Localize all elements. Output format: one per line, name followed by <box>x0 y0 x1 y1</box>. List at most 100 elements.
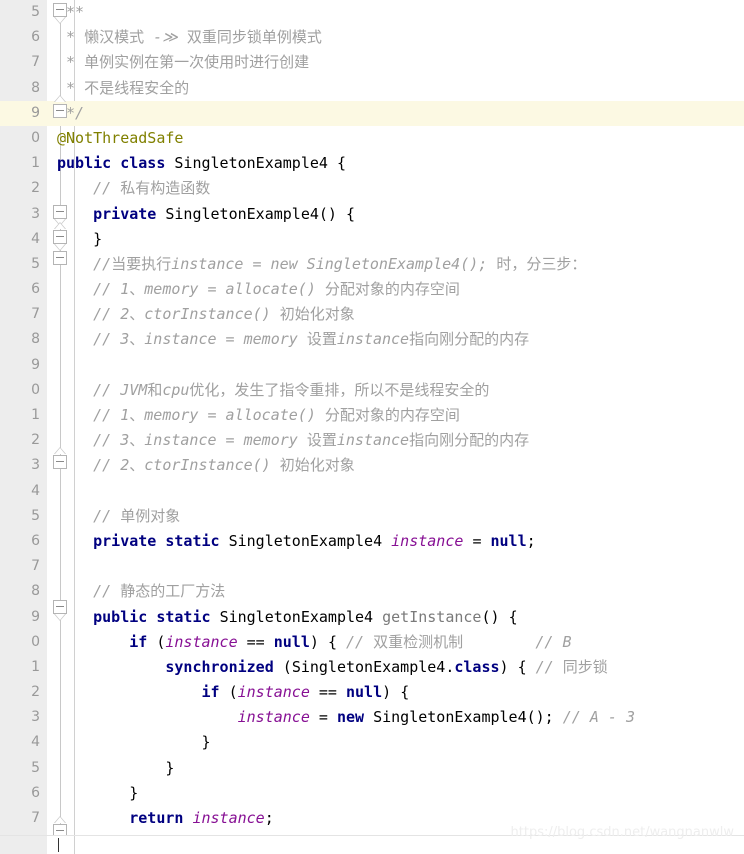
code-text[interactable]: // 3、instance = memory 设置instance指向刚分配的内… <box>57 428 529 453</box>
line-number: 9 <box>31 104 40 121</box>
line-number: 8 <box>31 79 40 96</box>
code-line[interactable]: 7 // 2、ctorInstance() 初始化对象 <box>0 302 744 327</box>
line-number: 5 <box>31 759 40 776</box>
code-text[interactable]: //当要执行instance = new SingletonExample4()… <box>57 252 586 277</box>
code-line[interactable]: 6 // 1、memory = allocate() 分配对象的内存空间 <box>0 277 744 302</box>
code-text[interactable]: * 不是线程安全的 <box>57 76 189 101</box>
fold-rail-cap-constructor-end <box>54 222 66 229</box>
code-text[interactable]: if (instance == null) { // 双重检测机制 // B <box>57 630 571 655</box>
fold-rail-cap-javadoc-start <box>54 17 66 24</box>
code-line[interactable]: 7 <box>0 554 744 579</box>
code-text[interactable]: private SingletonExample4() { <box>57 202 355 227</box>
code-text[interactable]: // 私有构造函数 <box>57 176 210 201</box>
code-line[interactable]: 2 // 3、instance = memory 设置instance指向刚分配… <box>0 428 744 453</box>
line-number: 5 <box>31 255 40 272</box>
line-number: 5 <box>31 4 40 20</box>
code-text[interactable]: // 3、instance = memory 设置instance指向刚分配的内… <box>57 327 529 352</box>
line-number: 6 <box>31 29 40 46</box>
bottom-gutter-fill <box>0 836 47 854</box>
line-number: 7 <box>31 306 40 323</box>
code-text[interactable]: // JVM和cpu优化，发生了指令重排，所以不是线程安全的 <box>57 378 489 403</box>
code-line[interactable]: 4 <box>0 479 744 504</box>
code-line[interactable]: 6 * 懒汉模式 -≫ 双重同步锁单例模式 <box>0 25 744 50</box>
code-text[interactable]: // 单例对象 <box>57 504 180 529</box>
code-line[interactable]: 4 } <box>0 730 744 755</box>
line-number: 7 <box>31 810 40 826</box>
line-number: 4 <box>31 734 40 751</box>
code-line[interactable]: 9 */ <box>0 100 744 126</box>
code-line[interactable]: 0 // JVM和cpu优化，发生了指令重排，所以不是线程安全的 <box>0 378 744 403</box>
watermark-text: https://blog.csdn.net/wangnanwlw <box>510 825 734 840</box>
code-line[interactable]: 3 // 2、ctorInstance() 初始化对象 <box>0 453 744 478</box>
code-text[interactable]: public static SingletonExample4 getInsta… <box>57 605 517 630</box>
code-line[interactable]: 5 // 单例对象 <box>0 504 744 529</box>
bottom-fold-fill <box>47 836 75 854</box>
code-line[interactable]: 1 synchronized (SingletonExample4.class)… <box>0 655 744 680</box>
line-number: 3 <box>31 205 40 222</box>
code-line[interactable]: 5 //当要执行instance = new SingletonExample4… <box>0 252 744 277</box>
code-line[interactable]: 3 instance = new SingletonExample4(); //… <box>0 705 744 730</box>
code-line[interactable]: 9 public static SingletonExample4 getIns… <box>0 605 744 630</box>
code-text[interactable]: // 静态的工厂方法 <box>57 579 225 604</box>
code-line[interactable]: 5 } <box>0 756 744 781</box>
code-line[interactable]: 7 * 单例实例在第一次使用时进行创建 <box>0 50 744 75</box>
fold-collapse-comment-block[interactable] <box>53 251 67 265</box>
line-number: 7 <box>31 558 40 575</box>
line-number: 9 <box>31 356 40 373</box>
code-line[interactable]: 5/** <box>0 0 744 25</box>
fold-rail-cap-javadoc-end <box>54 95 66 102</box>
code-text[interactable]: } <box>57 781 138 806</box>
line-number: 4 <box>31 482 40 499</box>
line-number: 4 <box>31 230 40 247</box>
code-line[interactable]: 1 public class SingletonExample4 { <box>0 151 744 176</box>
code-line[interactable]: 8 // 静态的工厂方法 <box>0 579 744 604</box>
code-line[interactable]: 4 } <box>0 227 744 252</box>
fold-collapse-javadoc[interactable] <box>53 3 67 17</box>
code-text[interactable]: public class SingletonExample4 { <box>57 151 346 176</box>
line-number: 8 <box>31 583 40 600</box>
code-text[interactable]: } <box>57 756 174 781</box>
code-text[interactable]: instance = new SingletonExample4(); // A… <box>57 705 635 730</box>
line-number: 0 <box>31 381 40 398</box>
code-line[interactable]: 1 // 1、memory = allocate() 分配对象的内存空间 <box>0 403 744 428</box>
line-number: 1 <box>31 407 40 423</box>
code-line-list: 5/** 6 * 懒汉模式 -≫ 双重同步锁单例模式 7 * 单例实例在第一次使用时… <box>0 0 744 854</box>
fold-collapse-javadoc-end[interactable] <box>53 104 67 118</box>
code-text[interactable]: @NotThreadSafe <box>57 126 183 151</box>
code-text[interactable]: // 1、memory = allocate() 分配对象的内存空间 <box>57 277 460 302</box>
code-text[interactable]: } <box>57 730 211 755</box>
fold-collapse-getinstance[interactable] <box>53 600 67 614</box>
line-number: 6 <box>31 784 40 801</box>
fold-collapse-constructor[interactable] <box>53 205 67 219</box>
code-text[interactable]: * 懒汉模式 -≫ 双重同步锁单例模式 <box>57 25 322 50</box>
line-number: 8 <box>31 331 40 348</box>
fold-rail-cap-comment-block-end <box>54 447 66 454</box>
text-caret <box>58 838 59 852</box>
code-line[interactable]: 8 * 不是线程安全的 <box>0 76 744 101</box>
line-number: 6 <box>31 281 40 298</box>
code-text[interactable]: // 2、ctorInstance() 初始化对象 <box>57 302 355 327</box>
code-line[interactable]: 0 if (instance == null) { // 双重检测机制 // B <box>0 630 744 655</box>
code-line[interactable]: 3 private SingletonExample4() { <box>0 202 744 227</box>
code-line[interactable]: 6 private static SingletonExample4 insta… <box>0 529 744 554</box>
fold-collapse-constructor-end[interactable] <box>53 230 67 244</box>
code-text[interactable]: // 1、memory = allocate() 分配对象的内存空间 <box>57 403 460 428</box>
code-text[interactable]: if (instance == null) { <box>57 680 410 705</box>
code-line[interactable]: 2 if (instance == null) { <box>0 680 744 705</box>
code-editor[interactable]: 5/** 6 * 懒汉模式 -≫ 双重同步锁单例模式 7 * 单例实例在第一次使用时… <box>0 0 744 854</box>
code-line[interactable]: 0 @NotThreadSafe <box>0 126 744 151</box>
code-text[interactable]: * 单例实例在第一次使用时进行创建 <box>57 50 309 75</box>
code-line[interactable]: 2 // 私有构造函数 <box>0 176 744 201</box>
fold-collapse-comment-block-end[interactable] <box>53 455 67 469</box>
code-text[interactable]: // 2、ctorInstance() 初始化对象 <box>57 453 355 478</box>
code-text[interactable]: synchronized (SingletonExample4.class) {… <box>57 655 607 680</box>
code-line[interactable]: 8 // 3、instance = memory 设置instance指向刚分配… <box>0 327 744 352</box>
code-text[interactable]: return instance; <box>57 806 274 831</box>
fold-rail-cap-getinstance-end <box>54 816 66 823</box>
line-number: 2 <box>31 180 40 197</box>
code-line[interactable]: 6 } <box>0 781 744 806</box>
code-line[interactable]: 9 <box>0 353 744 378</box>
line-number: 6 <box>31 532 40 549</box>
line-number: 2 <box>31 432 40 449</box>
code-text[interactable]: private static SingletonExample4 instanc… <box>57 529 536 554</box>
